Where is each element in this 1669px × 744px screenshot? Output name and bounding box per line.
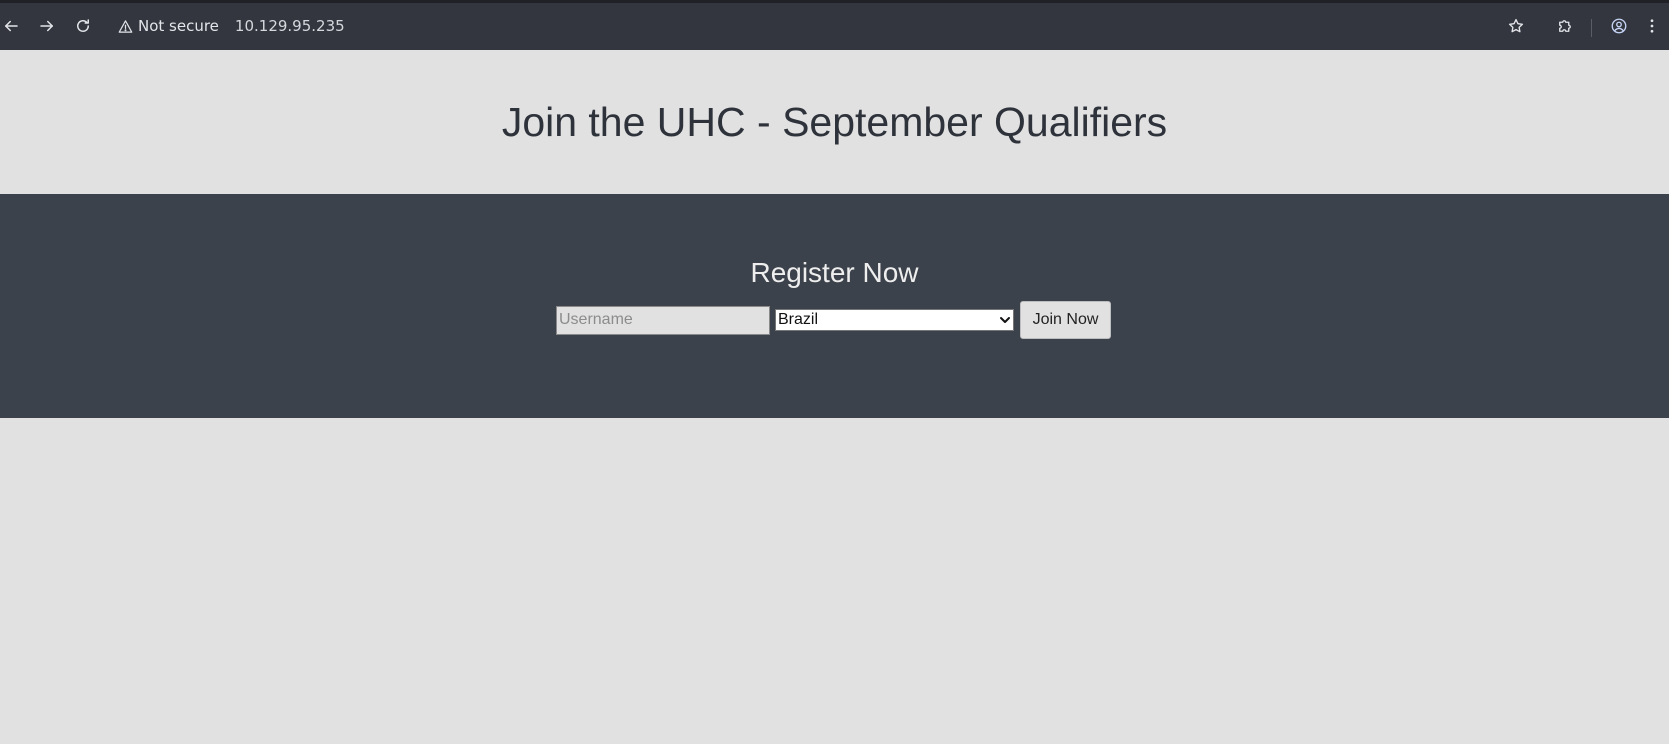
arrow-left-icon bbox=[5, 20, 18, 32]
profile-button[interactable] bbox=[1602, 10, 1636, 42]
kebab-menu-icon bbox=[1650, 19, 1654, 33]
bookmark-button[interactable] bbox=[1499, 10, 1533, 42]
header-section: Join the UHC - September Qualifiers bbox=[0, 50, 1669, 194]
register-heading: Register Now bbox=[750, 257, 919, 288]
star-icon bbox=[1508, 18, 1524, 33]
security-label: Not secure bbox=[138, 17, 219, 35]
security-chip[interactable]: Not secure bbox=[108, 12, 233, 40]
country-select[interactable]: Brazil bbox=[775, 309, 1014, 331]
toolbar-divider bbox=[1591, 19, 1592, 37]
browser-menu-button[interactable] bbox=[1640, 10, 1664, 42]
reload-icon bbox=[77, 19, 89, 32]
register-section: Register Now Brazil Join Now bbox=[0, 194, 1669, 418]
url-text[interactable]: 10.129.95.235 bbox=[235, 17, 345, 35]
extensions-button[interactable] bbox=[1548, 10, 1582, 42]
register-form: Brazil Join Now bbox=[556, 300, 1111, 340]
page-title: Join the UHC - September Qualifiers bbox=[501, 99, 1168, 145]
country-selected-value: Brazil bbox=[778, 311, 819, 328]
address-bar[interactable]: Not secure 10.129.95.235 bbox=[108, 10, 1533, 42]
chevron-down-icon bbox=[1000, 317, 1010, 323]
account-circle-icon bbox=[1611, 18, 1627, 34]
reload-button[interactable] bbox=[66, 10, 100, 42]
join-now-button[interactable]: Join Now bbox=[1020, 301, 1111, 339]
puzzle-icon bbox=[1559, 20, 1571, 32]
arrow-right-icon bbox=[40, 20, 53, 32]
warning-triangle-icon bbox=[118, 19, 133, 33]
browser-toolbar: Not secure 10.129.95.235 bbox=[0, 0, 1669, 50]
forward-button[interactable] bbox=[30, 10, 64, 42]
back-button[interactable] bbox=[0, 10, 28, 42]
username-input[interactable] bbox=[556, 305, 770, 335]
